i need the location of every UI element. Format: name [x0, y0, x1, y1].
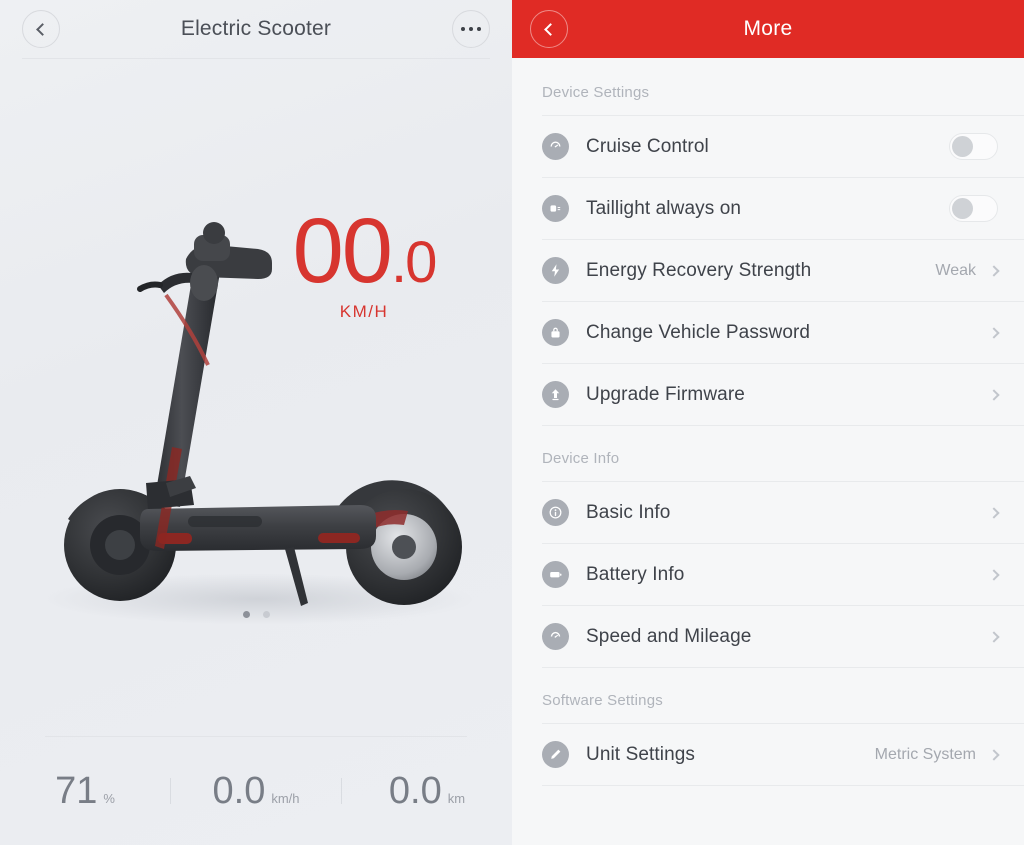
settings-row-label: Unit Settings [586, 743, 696, 765]
scooter-stage: 00.0 KM/H [0, 59, 512, 736]
page-indicator[interactable] [0, 611, 512, 618]
gauge-icon [542, 623, 569, 650]
more-page-title: More [743, 17, 793, 40]
settings-row-cruise-control[interactable]: Cruise Control [542, 115, 1024, 177]
settings-row-energy-recovery[interactable]: Energy Recovery Strength Weak [542, 239, 1024, 301]
section-header-device-settings: Device Settings [542, 84, 650, 101]
stats-bar: 71 % 0.0 km/h 0.0 km [0, 737, 512, 845]
settings-row-upgrade-firmware[interactable]: Upgrade Firmware [542, 363, 1024, 425]
settings-row-label: Basic Info [586, 501, 671, 523]
settings-row-battery-info[interactable]: Battery Info [542, 543, 1024, 605]
stat-mileage-unit: km [447, 790, 466, 806]
list-bottom-divider [542, 785, 1024, 786]
chevron-right-icon [988, 264, 1000, 277]
more-options-button[interactable] [452, 10, 490, 48]
settings-list: Device Settings Cruise Control Taillight… [512, 58, 1024, 845]
stat-battery-unit: % [103, 790, 115, 806]
cruise-control-toggle[interactable] [949, 133, 998, 160]
stat-speed-unit: km/h [271, 790, 300, 806]
stat-speed: 0.0 km/h [171, 770, 341, 813]
settings-row-basic-info[interactable]: Basic Info [542, 481, 1024, 543]
stat-battery: 71 % [0, 770, 170, 813]
taillight-icon [542, 195, 569, 222]
settings-row-change-password[interactable]: Change Vehicle Password [542, 301, 1024, 363]
page-dot-2[interactable] [262, 611, 270, 618]
page-dot-1[interactable] [242, 611, 250, 618]
stat-speed-value: 0.0 [212, 769, 266, 812]
chevron-right-icon [988, 748, 1000, 761]
energy-recovery-value: Weak [935, 261, 976, 279]
speed-value: 00.0 [254, 205, 474, 297]
unit-settings-value: Metric System [874, 745, 976, 763]
speed-decimal: .0 [390, 230, 437, 295]
speed-unit-label: KM/H [339, 301, 389, 321]
section-header-device-info: Device Info [542, 450, 620, 467]
lock-icon [542, 319, 569, 346]
settings-row-label: Cruise Control [586, 135, 709, 157]
app-root: Electric Scooter 00.0 KM/H 71 % 0.0 km/h… [0, 0, 1024, 845]
back-button[interactable] [22, 10, 60, 48]
more-settings-panel: More Device Settings Cruise Control Tail… [512, 0, 1024, 845]
page-title: Electric Scooter [180, 17, 332, 40]
chevron-right-icon [988, 388, 1000, 401]
settings-row-label: Energy Recovery Strength [586, 259, 812, 281]
section-header-software-settings: Software Settings [542, 692, 663, 709]
settings-row-label: Upgrade Firmware [586, 383, 745, 405]
bolt-icon [542, 257, 569, 284]
ellipsis-icon [460, 26, 482, 32]
chevron-left-icon [544, 22, 557, 36]
speed-readout: 00.0 KM/H [254, 205, 474, 322]
settings-row-label: Change Vehicle Password [586, 321, 811, 343]
chevron-right-icon [988, 630, 1000, 643]
speed-whole: 00 [292, 200, 393, 302]
battery-icon [542, 561, 569, 588]
upload-arrow-icon [542, 381, 569, 408]
chevron-right-icon [988, 506, 1000, 519]
settings-row-speed-mileage[interactable]: Speed and Mileage [542, 605, 1024, 667]
scooter-dashboard-panel: Electric Scooter 00.0 KM/H 71 % 0.0 km/h… [0, 0, 512, 845]
stat-mileage-value: 0.0 [388, 769, 442, 812]
dashboard-header: Electric Scooter [0, 0, 512, 58]
stat-mileage: 0.0 km [342, 770, 512, 813]
chevron-right-icon [988, 326, 1000, 339]
pencil-icon [542, 741, 569, 768]
more-back-button[interactable] [530, 10, 568, 48]
taillight-toggle[interactable] [949, 195, 998, 222]
settings-row-label: Taillight always on [586, 197, 742, 219]
info-icon [542, 499, 569, 526]
settings-row-unit-settings[interactable]: Unit Settings Metric System [542, 723, 1024, 785]
settings-row-label: Battery Info [586, 563, 685, 585]
settings-row-taillight[interactable]: Taillight always on [542, 177, 1024, 239]
speedometer-icon [542, 133, 569, 160]
more-header: More [512, 0, 1024, 58]
settings-row-label: Speed and Mileage [586, 625, 752, 647]
chevron-right-icon [988, 568, 1000, 581]
chevron-left-icon [36, 22, 49, 36]
stat-battery-value: 71 [55, 769, 98, 812]
